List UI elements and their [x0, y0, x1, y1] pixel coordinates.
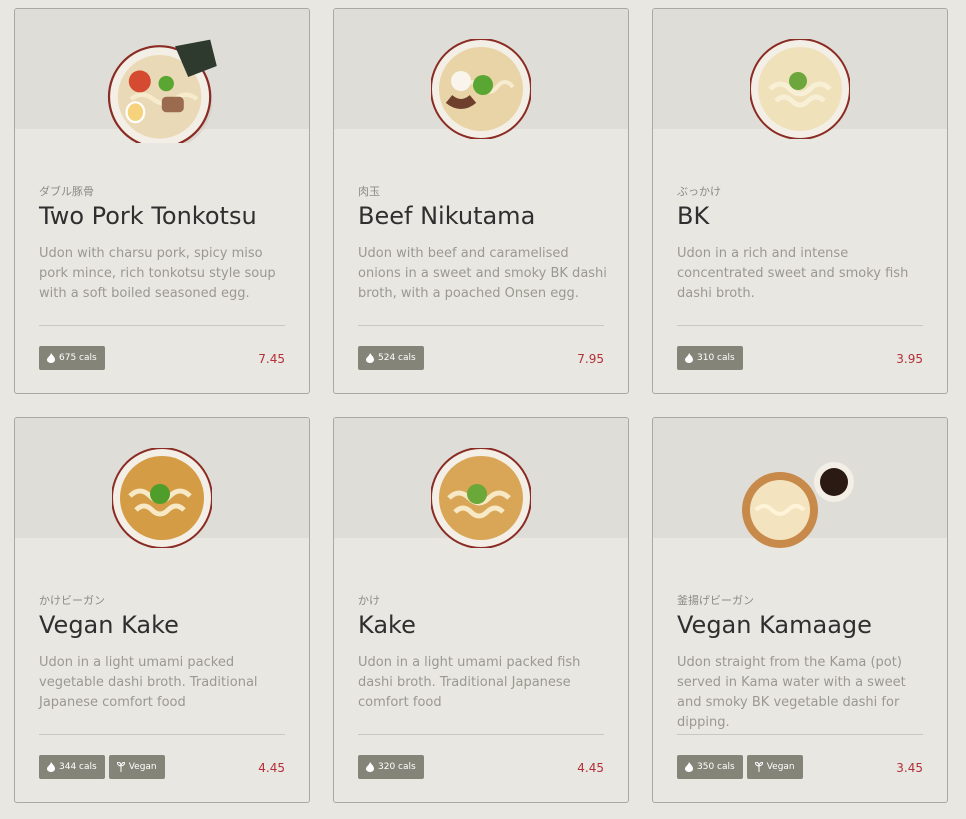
menu-card[interactable]: 釜揚げビーガン Vegan Kamaage Udon straight from… [652, 417, 948, 803]
price: 4.45 [577, 761, 604, 775]
kamaage-bowl-icon [742, 462, 854, 548]
menu-card[interactable]: ダブル豚骨 Two Pork Tonkotsu Udon with charsu… [14, 8, 310, 394]
dish-title: Vegan Kake [39, 611, 179, 639]
calories-text: 310 cals [697, 353, 735, 363]
vegan-badge: Vegan [746, 755, 803, 779]
leaf-icon [754, 762, 763, 772]
leaf-icon [116, 762, 125, 772]
flame-icon [685, 353, 693, 363]
dish-description: Udon straight from the Kama (pot) served… [677, 655, 906, 730]
calories-text: 320 cals [378, 762, 416, 772]
badge-row: 524 cals [358, 346, 424, 370]
divider [39, 325, 285, 326]
dish-description: Udon in a light umami packed fish dashi … [358, 655, 581, 710]
divider [39, 734, 285, 735]
calories-badge: 675 cals [39, 346, 105, 370]
dish-title: Beef Nikutama [358, 202, 536, 230]
japanese-name: ダブル豚骨 [39, 185, 94, 198]
badge-row: 675 cals [39, 346, 105, 370]
dish-description: Udon in a light umami packed vegetable d… [39, 655, 258, 710]
divider [677, 734, 923, 735]
divider [358, 325, 604, 326]
kake-bowl-icon [431, 448, 531, 548]
badge-row: 350 cals Vegan [677, 755, 803, 779]
japanese-name: かけビーガン [39, 594, 105, 607]
dish-description: Udon in a rich and intense concentrated … [677, 246, 909, 301]
price: 3.45 [896, 761, 923, 775]
dish-title: Two Pork Tonkotsu [39, 202, 257, 230]
dish-title: BK [677, 202, 710, 230]
flame-icon [366, 353, 374, 363]
badge-row: 320 cals [358, 755, 424, 779]
price: 3.95 [896, 352, 923, 366]
kake-bowl-icon [112, 448, 212, 548]
flame-icon [47, 353, 55, 363]
calories-text: 344 cals [59, 762, 97, 772]
vegan-badge: Vegan [108, 755, 165, 779]
badge-row: 344 cals Vegan [39, 755, 165, 779]
dish-title: Vegan Kamaage [677, 611, 872, 639]
beef-bowl-icon [431, 39, 531, 139]
japanese-name: かけ [358, 594, 380, 607]
divider [677, 325, 923, 326]
menu-card[interactable]: かけビーガン Vegan Kake Udon in a light umami … [14, 417, 310, 803]
flame-icon [366, 762, 374, 772]
calories-badge: 310 cals [677, 346, 743, 370]
vegan-text: Vegan [766, 762, 795, 772]
japanese-name: 釜揚げビーガン [677, 594, 754, 607]
dish-description: Udon with beef and caramelised onions in… [358, 246, 607, 301]
calories-text: 350 cals [697, 762, 735, 772]
calories-badge: 344 cals [39, 755, 105, 779]
dish-description: Udon with charsu pork, spicy miso pork m… [39, 246, 276, 301]
calories-badge: 350 cals [677, 755, 743, 779]
calories-badge: 524 cals [358, 346, 424, 370]
price: 4.45 [258, 761, 285, 775]
bukkake-bowl-icon [750, 39, 850, 139]
dish-title: Kake [358, 611, 416, 639]
japanese-name: 肉玉 [358, 185, 380, 198]
japanese-name: ぶっかけ [677, 185, 721, 198]
badge-row: 310 cals [677, 346, 743, 370]
menu-card[interactable]: 肉玉 Beef Nikutama Udon with beef and cara… [333, 8, 629, 394]
calories-badge: 320 cals [358, 755, 424, 779]
menu-card[interactable]: かけ Kake Udon in a light umami packed fis… [333, 417, 629, 803]
menu-card[interactable]: ぶっかけ BK Udon in a rich and intense conce… [652, 8, 948, 394]
price: 7.45 [258, 352, 285, 366]
flame-icon [685, 762, 693, 772]
price: 7.95 [577, 352, 604, 366]
divider [358, 734, 604, 735]
calories-text: 675 cals [59, 353, 97, 363]
calories-text: 524 cals [378, 353, 416, 363]
flame-icon [47, 762, 55, 772]
tonkotsu-bowl-icon [107, 39, 217, 143]
vegan-text: Vegan [128, 762, 157, 772]
